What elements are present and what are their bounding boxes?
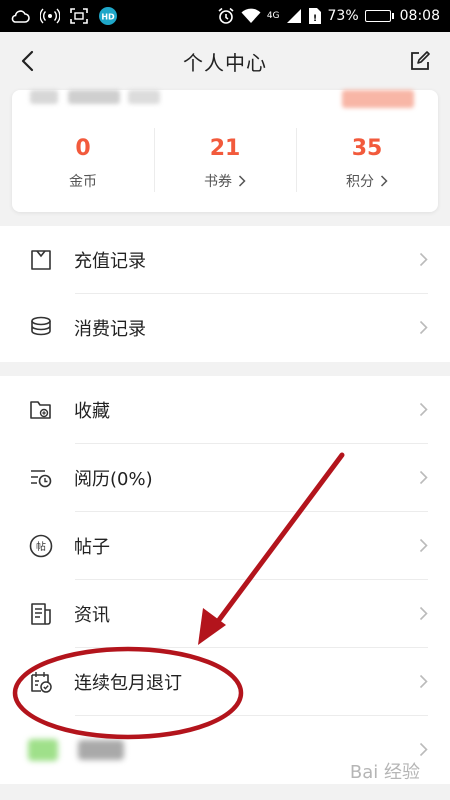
stat-label: 金币 xyxy=(69,173,97,190)
stat-value: 21 xyxy=(209,135,241,161)
blurred-username xyxy=(68,90,120,104)
recharge-icon xyxy=(28,247,54,273)
stat-value: 0 xyxy=(75,135,91,161)
coins-icon xyxy=(28,315,54,341)
wifi-icon xyxy=(241,8,261,24)
scan-icon xyxy=(70,8,88,24)
calendar-check-icon xyxy=(28,669,54,695)
menu-item-label: 帖子 xyxy=(74,537,110,558)
chevron-right-icon xyxy=(419,674,428,689)
hotspot-icon xyxy=(40,8,60,24)
menu-item-recharge-records[interactable]: 充值记录 xyxy=(0,226,450,294)
svg-text:!: ! xyxy=(312,14,316,24)
chevron-right-icon xyxy=(419,538,428,553)
blurred-icon xyxy=(28,739,58,761)
watermark: Bai 经验 xyxy=(349,762,420,783)
status-bar: HD 4G ! 73% 08:08 xyxy=(0,0,450,32)
stat-points[interactable]: 35 积分 xyxy=(296,118,438,208)
menu-item-monthly-unsubscribe[interactable]: 连续包月退订 xyxy=(0,648,450,716)
page-title: 个人中心 xyxy=(183,50,267,75)
chevron-left-icon[interactable] xyxy=(18,49,40,77)
network-type: 4G xyxy=(266,11,280,21)
stat-value: 35 xyxy=(351,135,383,161)
menu-item-reading-history[interactable]: 阅历(0%) xyxy=(0,444,450,512)
hd-icon: HD xyxy=(98,6,118,26)
menu-item-news[interactable]: 资讯 xyxy=(0,580,450,648)
cloud-icon xyxy=(10,9,30,23)
clock: 08:08 xyxy=(399,8,440,24)
stat-label: 积分 xyxy=(346,173,374,190)
menu-item-label: 充值记录 xyxy=(74,251,146,272)
chevron-right-icon xyxy=(419,402,428,417)
menu-item-label: 资讯 xyxy=(74,605,110,626)
chevron-right-icon xyxy=(238,174,246,187)
menu-item-label: 收藏 xyxy=(74,401,110,422)
edit-icon[interactable] xyxy=(410,51,430,75)
sim-icon: ! xyxy=(308,7,322,25)
blurred-level xyxy=(128,90,160,104)
stats-row: 0 金币 21 书券 35 积分 xyxy=(12,118,438,208)
alarm-icon xyxy=(217,7,235,25)
menu-group-records: 充值记录 消费记录 xyxy=(0,226,450,362)
stat-gold[interactable]: 0 金币 xyxy=(12,118,154,208)
header: 个人中心 xyxy=(0,32,450,90)
menu-item-label: 连续包月退订 xyxy=(74,673,182,694)
menu-item-favorites[interactable]: 收藏 xyxy=(0,376,450,444)
stat-coupon[interactable]: 21 书券 xyxy=(154,118,296,208)
svg-text:HD: HD xyxy=(101,13,115,22)
blurred-vip-badge[interactable] xyxy=(342,90,414,108)
chevron-right-icon xyxy=(419,470,428,485)
menu-item-label: 阅历(0%) xyxy=(74,469,153,490)
battery-icon xyxy=(364,10,394,22)
blurred-label xyxy=(78,740,124,760)
post-icon: 帖 xyxy=(28,533,54,559)
menu-item-label: 消费记录 xyxy=(74,319,146,340)
svg-text:帖: 帖 xyxy=(36,540,46,553)
menu-item-consumption-records[interactable]: 消费记录 xyxy=(0,294,450,362)
profile-card: 0 金币 21 书券 35 积分 xyxy=(12,90,438,212)
stat-label: 书券 xyxy=(204,173,232,190)
history-icon xyxy=(28,465,54,491)
blurred-avatar xyxy=(30,90,58,104)
news-icon xyxy=(28,601,54,627)
chevron-right-icon xyxy=(419,742,428,757)
chevron-right-icon xyxy=(419,252,428,267)
signal-icon xyxy=(286,8,302,24)
chevron-right-icon xyxy=(419,606,428,621)
chevron-right-icon xyxy=(380,174,388,187)
menu-group-main: 收藏 阅历(0%) 帖 帖子 资讯 连续包月退订 xyxy=(0,376,450,784)
menu-item-posts[interactable]: 帖 帖子 xyxy=(0,512,450,580)
battery-percent: 73% xyxy=(327,8,359,24)
chevron-right-icon xyxy=(419,320,428,335)
folder-icon xyxy=(28,397,54,423)
